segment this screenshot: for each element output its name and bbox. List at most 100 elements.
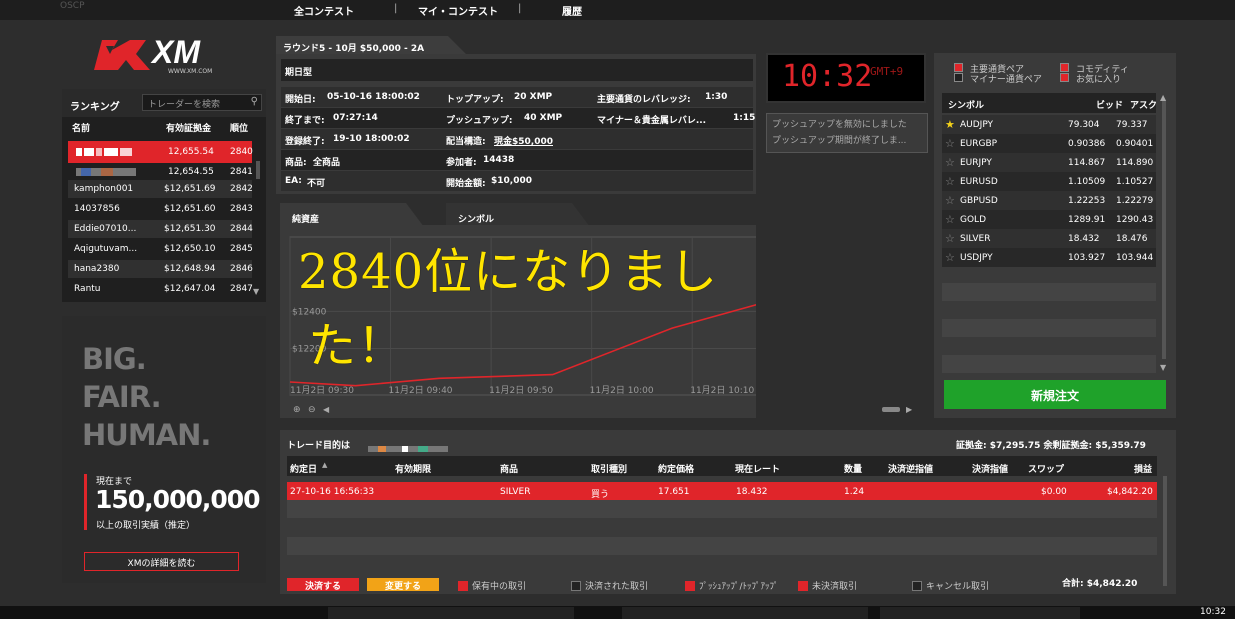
cat-commodity-checkbox[interactable] [1060,63,1069,72]
ranking-rank: 2845 [230,244,253,254]
favorite-star-icon[interactable]: ☆ [945,156,955,169]
symbol-table-header: シンボル ビッド アスク [942,93,1157,113]
trader-search-input[interactable]: トレーダーを検索 ⚲ [142,94,262,111]
filter-closed[interactable]: 決済された取引 [571,579,648,592]
round-row: 終了まで: 07:27:14 プッシュアップ: 40 XMP マイナー＆貴金属レ… [281,108,756,128]
zoom-out-icon[interactable]: ⊖ [308,405,316,415]
symbol-row[interactable]: ☆ GOLD 1289.91 1290.43 [942,210,1156,229]
scroll-left-icon[interactable]: ◀ [323,405,329,414]
cat-minor-checkbox[interactable] [954,73,963,82]
sort-asc-icon[interactable]: ▲ [322,461,327,469]
trade-date: 27-10-16 16:56:33 [290,487,375,497]
nav-history[interactable]: 履歴 [562,3,582,18]
ranking-title: ランキング [70,102,120,113]
filter-open[interactable]: 保有中の取引 [458,579,526,592]
scroll-down-icon[interactable]: ▼ [253,287,259,296]
ranking-equity: $12,651.60 [164,204,216,214]
taskbar-app[interactable] [622,607,868,619]
ranking-row[interactable]: kamphon001 $12,651.69 2842 [68,180,253,198]
symbol-row[interactable]: ☆ EURUSD 1.10509 1.10527 [942,172,1156,191]
empty-slot [942,283,1156,301]
nav-all-contest[interactable]: 全コンテスト [294,3,354,18]
scroll-right-icon[interactable]: ▶ [906,405,912,414]
chart-scroll-thumb[interactable] [882,407,900,412]
minor-label: マイナー＆貴金属レバレ... [597,116,707,126]
ranking-row[interactable]: hana2380 $12,648.94 2846 [68,260,253,278]
checkbox-icon[interactable] [912,581,922,591]
tab-equity[interactable]: 純資産 [280,203,405,227]
favorite-star-icon[interactable]: ☆ [945,232,955,245]
symbol-row[interactable]: ☆ SILVER 18.432 18.476 [942,229,1156,248]
favorite-star-icon[interactable]: ☆ [945,175,955,188]
logo-url: WWW.XM.COM [168,68,213,75]
tab-symbol[interactable]: シンボル [446,203,571,227]
symbol-scrollbar[interactable] [1162,101,1166,359]
symbols-panel: 主要通貨ペア マイナー通貨ペア コモディティ お気に入り シンボル ビッド アス… [934,53,1176,418]
favorite-star-icon[interactable]: ☆ [945,213,955,226]
x-tick-label: 11月2日 10:00 [590,385,654,396]
favorite-star-icon[interactable]: ☆ [945,194,955,207]
ranking-row[interactable]: Aqigutuvam... $12,650.10 2845 [68,240,253,258]
favorite-star-icon[interactable]: ☆ [945,137,955,150]
xm-details-button[interactable]: XMの詳細を読む [84,552,239,571]
xm-logo[interactable]: XM WWW.XM.COM [92,34,227,76]
col-equity: 有効証拠金 [166,124,212,134]
symbol-ask: 1.10527 [1116,177,1154,187]
minor-value: 1:15 [733,113,756,123]
symbol-row[interactable]: ☆ USDJPY 103.927 103.944 [942,248,1156,267]
symbol-ask: 114.890 [1116,158,1154,168]
favorite-star-icon[interactable]: ☆ [945,251,955,264]
col-side: 取引種別 [591,465,628,475]
checkbox-icon[interactable] [458,581,468,591]
ranking-row-self[interactable]: 12,655.54 2840 [68,141,253,163]
ranking-row[interactable]: 14037856 $12,651.60 2843 [68,200,253,218]
checkbox-icon[interactable] [571,581,581,591]
symbol-ask: 103.944 [1116,253,1154,263]
scroll-up-icon[interactable]: ▲ [1160,93,1166,102]
ranking-equity: $12,651.69 [164,184,216,194]
zoom-in-icon[interactable]: ⊕ [293,405,301,415]
filter-pending[interactable]: 未決済取引 [798,579,857,592]
search-icon[interactable]: ⚲ [251,96,258,107]
col-date[interactable]: 約定日 [290,462,317,475]
cat-fav-label: お気に入り [1076,75,1122,85]
ranking-row[interactable]: 12,654.55 2841 [68,163,253,181]
ranking-row[interactable]: Eddie07010... $12,651.30 2844 [68,220,253,238]
prize-link[interactable]: 現金$50,000 [494,134,553,147]
trade-scrollbar[interactable] [1163,476,1167,586]
filter-cancelled[interactable]: キャンセル取引 [912,579,989,592]
trade-row[interactable]: 27-10-16 16:56:33 SILVER 買う 17.651 18.43… [287,482,1157,500]
symbol-row[interactable]: ☆ EURGBP 0.90386 0.90401 [942,134,1156,153]
taskbar-clock: 10:32 [1200,607,1226,617]
checkbox-icon[interactable] [798,581,808,591]
cat-major-checkbox[interactable] [954,63,963,72]
modify-trade-button[interactable]: 変更する [367,578,439,592]
trade-pl: $4,842.20 [1107,487,1153,497]
new-order-button[interactable]: 新規注文 [944,380,1166,409]
trade-panel: トレード目的は 証拠金: $7,295.75 余剰証拠金: $5,359.79 … [280,430,1176,594]
ranking-equity: $12,648.94 [164,264,216,274]
col-rank: 順位 [230,124,249,134]
pushup-line2: プッシュアップ期間が終了しま... [772,136,907,146]
taskbar-app[interactable] [328,607,574,619]
cat-fav-checkbox[interactable] [1060,73,1069,82]
close-trade-button[interactable]: 決済する [287,578,359,592]
symbol-row[interactable]: ★ AUDJPY 79.304 79.337 [942,115,1156,134]
ranking-rank: 2840 [230,147,253,157]
scroll-down-icon[interactable]: ▼ [1160,363,1166,372]
col-pl: 損益 [1134,465,1153,475]
ranking-scrollbar[interactable] [256,161,260,179]
nav-my-contest[interactable]: マイ・コンテスト [418,3,498,18]
ranking-rank: 2844 [230,224,253,234]
checkbox-icon[interactable] [685,581,695,591]
symbol-row[interactable]: ☆ EURJPY 114.867 114.890 [942,153,1156,172]
taskbar-app[interactable] [880,607,1080,619]
ranking-row[interactable]: Rantu $12,647.04 2847 [68,280,253,298]
symbol-row[interactable]: ☆ GBPUSD 1.22253 1.22279 [942,191,1156,210]
filter-open-label: 保有中の取引 [472,582,527,592]
round-tab[interactable]: ラウンド5 - 10月 $50,000 - 2A [276,36,446,56]
corner-text: OSCP [60,1,85,11]
ranking-name: Eddie07010... [74,224,137,234]
favorite-star-icon[interactable]: ★ [945,118,955,131]
filter-pushup[interactable]: ﾌﾟｯｼｭｱｯﾌﾟ/ﾄｯﾌﾟｱｯﾌﾟ [685,579,779,592]
